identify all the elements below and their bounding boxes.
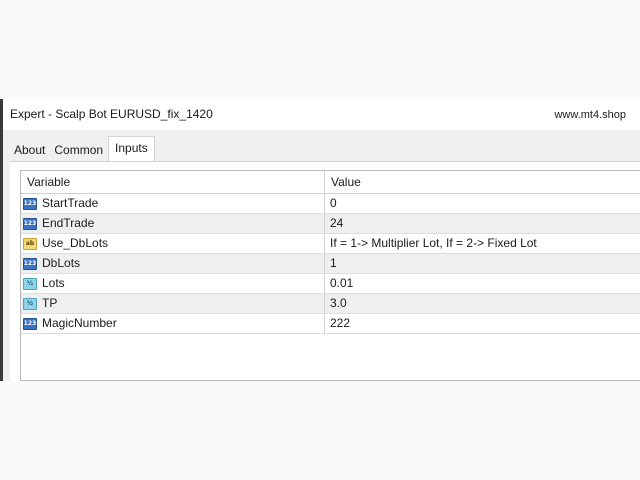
title-bar: Expert - Scalp Bot EURUSD_fix_1420 www.m… — [3, 99, 640, 130]
value-cell[interactable]: 0 — [325, 194, 640, 213]
variable-name: Lots — [42, 276, 65, 290]
column-header-value[interactable]: Value — [325, 171, 640, 193]
variable-name: EndTrade — [42, 216, 95, 230]
double-icon: ½ — [23, 297, 37, 310]
variable-cell: 123 DbLots — [21, 254, 325, 273]
tab-inputs[interactable]: Inputs — [108, 136, 155, 161]
variable-name: Use_DbLots — [42, 236, 109, 250]
value-cell[interactable]: If = 1-> Multiplier Lot, If = 2-> Fixed … — [325, 234, 640, 253]
variable-name: MagicNumber — [42, 316, 117, 330]
window-edge — [0, 99, 3, 381]
value-cell[interactable]: 222 — [325, 314, 640, 333]
watermark-text: www.mt4.shop — [554, 109, 626, 121]
table-row[interactable]: ab Use_DbLots If = 1-> Multiplier Lot, If … — [21, 234, 640, 254]
tab-bar: About Common Inputs — [10, 136, 156, 161]
variable-name: StartTrade — [42, 196, 99, 210]
tab-common[interactable]: Common — [50, 140, 107, 161]
variable-cell: 123 StartTrade — [21, 194, 325, 213]
integer-icon: 123 — [23, 217, 37, 230]
table-row[interactable]: 123 EndTrade 24 — [21, 214, 640, 234]
variable-cell: 123 MagicNumber — [21, 314, 325, 333]
table-row[interactable]: 123 StartTrade 0 — [21, 194, 640, 214]
grid-rows: 123 StartTrade 0 123 EndTrade 24 ab Use_DbLots I… — [21, 194, 640, 334]
integer-icon: 123 — [23, 197, 37, 210]
inputs-panel: Variable Value 123 StartTrade 0 123 EndTrade… — [10, 162, 640, 381]
value-cell[interactable]: 1 — [325, 254, 640, 273]
variable-cell: 123 EndTrade — [21, 214, 325, 233]
column-header-variable[interactable]: Variable — [21, 171, 325, 193]
value-cell[interactable]: 24 — [325, 214, 640, 233]
variable-cell: ab Use_DbLots — [21, 234, 325, 253]
value-cell[interactable]: 3.0 — [325, 294, 640, 313]
double-icon: ½ — [23, 277, 37, 290]
table-row[interactable]: 123 DbLots 1 — [21, 254, 640, 274]
value-cell[interactable]: 0.01 — [325, 274, 640, 293]
inputs-grid: Variable Value 123 StartTrade 0 123 EndTrade… — [20, 170, 640, 381]
variable-name: TP — [42, 296, 58, 310]
table-row[interactable]: ½ Lots 0.01 — [21, 274, 640, 294]
integer-icon: 123 — [23, 317, 37, 330]
variable-cell: ½ TP — [21, 294, 325, 313]
string-icon: ab — [23, 237, 37, 250]
grid-header: Variable Value — [21, 171, 640, 194]
table-row[interactable]: 123 MagicNumber 222 — [21, 314, 640, 334]
tab-about[interactable]: About — [10, 140, 49, 161]
integer-icon: 123 — [23, 257, 37, 270]
variable-name: DbLots — [42, 256, 81, 270]
expert-properties-dialog: Expert - Scalp Bot EURUSD_fix_1420 www.m… — [0, 99, 640, 381]
variable-cell: ½ Lots — [21, 274, 325, 293]
window-title: Expert - Scalp Bot EURUSD_fix_1420 — [10, 107, 213, 121]
table-row[interactable]: ½ TP 3.0 — [21, 294, 640, 314]
